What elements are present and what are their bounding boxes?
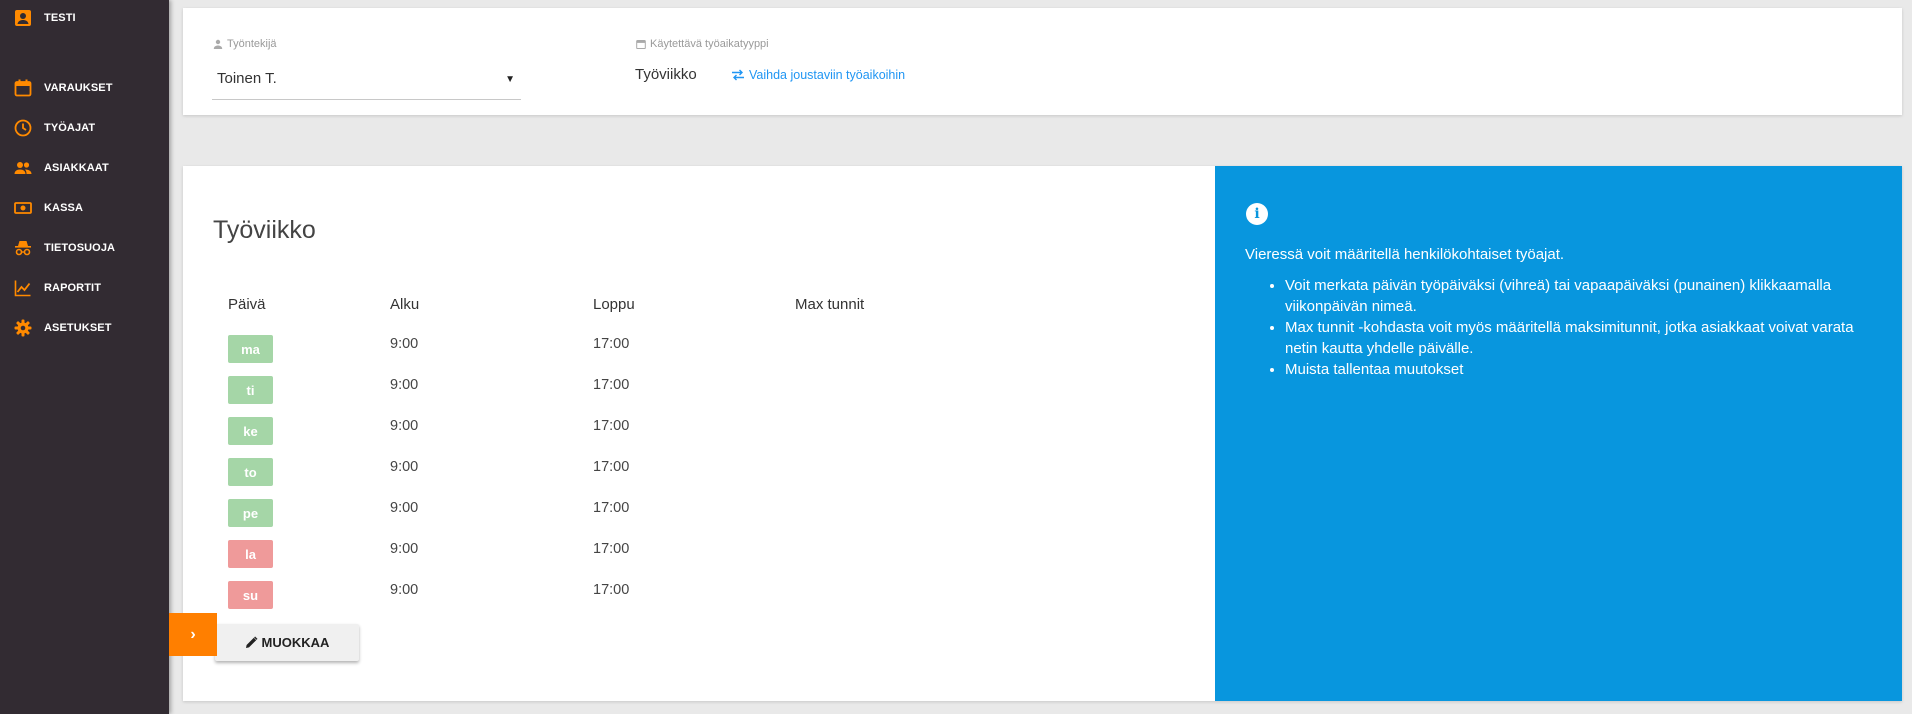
day-button-ma[interactable]: ma <box>228 335 273 363</box>
info-panel: i Vieressä voit määritellä henkilökohtai… <box>1215 166 1902 701</box>
end-time: 17:00 <box>593 377 630 393</box>
sidebar-item-varaukset[interactable]: VARAUKSET <box>0 70 169 106</box>
sidebar-item-raportit[interactable]: RAPORTIT <box>0 270 169 306</box>
worktype-label-text: Käytettävä työaikatyyppi <box>650 38 769 50</box>
start-time: 9:00 <box>390 459 419 475</box>
sidebar-item-tietosuoja[interactable]: TIETOSUOJA <box>0 230 169 266</box>
day-button-su[interactable]: su <box>228 581 273 609</box>
start-time: 9:00 <box>390 336 419 352</box>
pencil-icon <box>245 636 258 648</box>
sidebar-item-asetukset[interactable]: ASETUKSET <box>0 310 169 346</box>
sidebar-item-testi[interactable]: TESTI <box>0 0 169 36</box>
gear-icon <box>14 319 32 337</box>
end-time: 17:00 <box>593 418 630 434</box>
sidebar-toggle-button[interactable]: › <box>169 613 217 656</box>
edit-button-label: MUOKKAA <box>261 635 330 650</box>
sidebar-item-label: TIETOSUOJA <box>44 242 116 254</box>
page-title: Työviikko <box>213 216 316 244</box>
start-time: 9:00 <box>390 418 419 434</box>
column-header-max-hours: Max tunnit <box>795 296 865 313</box>
info-list: Voit merkata päivän työpäiväksi (vihreä)… <box>1285 276 1875 382</box>
start-time: 9:00 <box>390 582 419 598</box>
switch-flexible-link[interactable]: Vaihda joustaviin työaikoihin <box>731 68 905 82</box>
swap-arrows-icon <box>732 69 744 81</box>
switch-link-text: Vaihda joustaviin työaikoihin <box>749 68 906 82</box>
clock-icon <box>14 119 32 137</box>
day-button-ti[interactable]: ti <box>228 376 273 404</box>
end-time: 17:00 <box>593 500 630 516</box>
worktype-value: Työviikko <box>635 66 697 83</box>
employee-label: Työntekijä <box>213 38 277 50</box>
calendar-icon <box>14 79 32 97</box>
day-button-pe[interactable]: pe <box>228 499 273 527</box>
start-time: 9:00 <box>390 377 419 393</box>
incognito-icon <box>14 239 32 257</box>
employee-settings-card: Työntekijä Toinen T. ▼ Käytettävä työaik… <box>183 8 1902 115</box>
cash-icon <box>14 199 32 217</box>
column-header-end: Loppu <box>593 296 635 313</box>
worktype-label: Käytettävä työaikatyyppi <box>636 38 769 50</box>
sidebar-item-label: ASIAKKAAT <box>44 162 109 174</box>
dropdown-arrow-icon: ▼ <box>505 74 515 85</box>
end-time: 17:00 <box>593 459 630 475</box>
column-header-start: Alku <box>390 296 420 313</box>
person-icon <box>213 39 223 49</box>
calendar-small-icon <box>636 40 646 49</box>
sidebar: TESTI VARAUKSET TYÖAJAT ASIAKKAAT KASSA … <box>0 0 169 714</box>
employee-select[interactable]: Toinen T. ▼ <box>212 60 521 100</box>
info-icon: i <box>1246 203 1268 225</box>
sidebar-item-kassa[interactable]: KASSA <box>0 190 169 226</box>
sidebar-item-label: VARAUKSET <box>44 82 113 94</box>
sidebar-item-asiakkaat[interactable]: ASIAKKAAT <box>0 150 169 186</box>
user-badge-icon <box>14 9 32 27</box>
column-header-day: Päivä <box>228 296 266 313</box>
sidebar-item-label: ASETUKSET <box>44 322 112 334</box>
sidebar-item-label: TESTI <box>44 12 76 24</box>
employee-label-text: Työntekijä <box>227 38 277 50</box>
employee-select-value: Toinen T. <box>217 70 277 87</box>
sidebar-item-tyoajat[interactable]: TYÖAJAT <box>0 110 169 146</box>
sidebar-item-label: KASSA <box>44 202 84 214</box>
day-button-la[interactable]: la <box>228 540 273 568</box>
info-bullet: Max tunnit -kohdasta voit myös määritell… <box>1285 318 1875 359</box>
end-time: 17:00 <box>593 336 630 352</box>
end-time: 17:00 <box>593 582 630 598</box>
sidebar-item-label: TYÖAJAT <box>44 122 96 134</box>
info-intro: Vieressä voit määritellä henkilökohtaise… <box>1245 246 1565 263</box>
info-bullet: Voit merkata päivän työpäiväksi (vihreä)… <box>1285 276 1875 317</box>
end-time: 17:00 <box>593 541 630 557</box>
start-time: 9:00 <box>390 500 419 516</box>
info-bullet: Muista tallentaa muutokset <box>1285 360 1875 381</box>
sidebar-item-label: RAPORTIT <box>44 282 102 294</box>
start-time: 9:00 <box>390 541 419 557</box>
day-button-to[interactable]: to <box>228 458 273 486</box>
chart-line-icon <box>14 279 32 297</box>
day-button-ke[interactable]: ke <box>228 417 273 445</box>
edit-button[interactable]: MUOKKAA <box>215 624 359 661</box>
people-icon <box>14 159 32 177</box>
